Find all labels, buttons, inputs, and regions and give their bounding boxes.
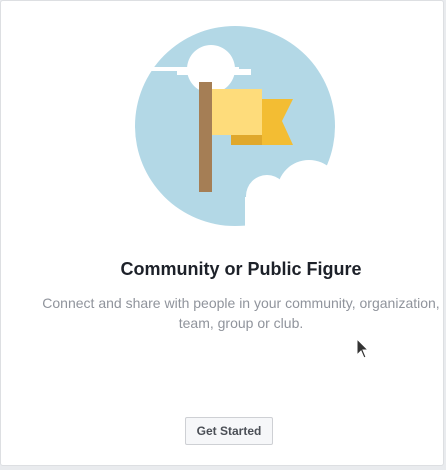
page-type-description: Connect and share with people in your co…	[42, 295, 440, 331]
page-type-title: Community or Public Figure	[120, 259, 362, 279]
flag-illustration-icon	[135, 26, 349, 227]
get-started-button[interactable]: Get Started	[185, 417, 273, 445]
flag-front	[212, 89, 262, 135]
flag-fold	[231, 135, 262, 145]
flag-pole	[199, 82, 212, 192]
page-type-card: Community or Public Figure Connect and s…	[0, 0, 444, 466]
mouse-cursor-icon	[356, 338, 370, 359]
